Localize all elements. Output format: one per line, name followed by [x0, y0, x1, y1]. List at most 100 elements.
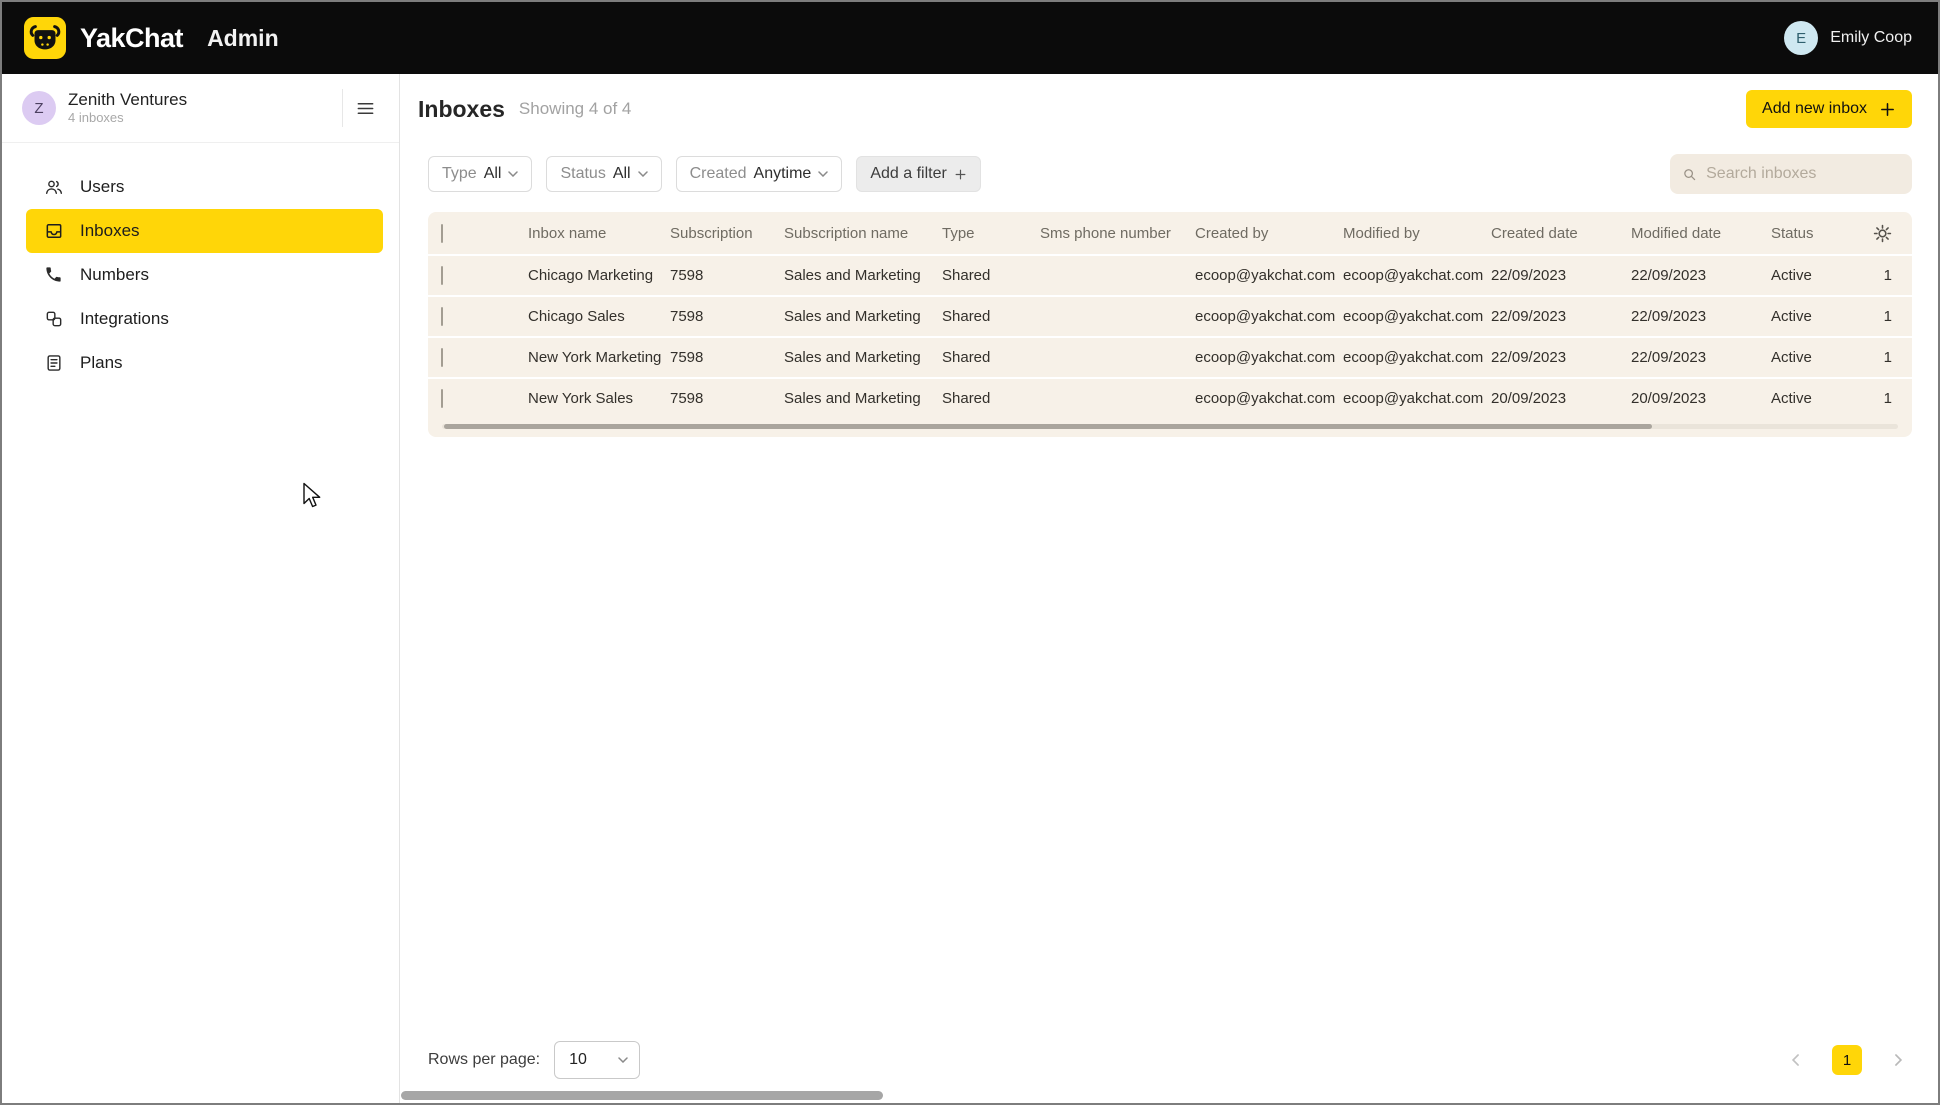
column-header-modified-date: Modified date — [1631, 225, 1771, 242]
type-filter[interactable]: Type All — [428, 156, 532, 192]
current-page-button[interactable]: 1 — [1832, 1045, 1862, 1075]
sidebar-item-label: Integrations — [80, 309, 169, 329]
column-header-sms-phone-number: Sms phone number — [1040, 225, 1195, 242]
next-page-button[interactable] — [1888, 1050, 1908, 1070]
cell-created-date: 22/09/2023 — [1491, 349, 1631, 366]
table-row[interactable]: New York Sales 7598 Sales and Marketing … — [428, 377, 1912, 418]
cell-created-date: 22/09/2023 — [1491, 308, 1631, 325]
column-header-type: Type — [942, 225, 1040, 242]
integrations-icon — [44, 309, 64, 329]
select-all-checkbox[interactable] — [441, 224, 443, 243]
page-subtitle: Showing 4 of 4 — [519, 99, 631, 119]
cell-extra: 1 — [1871, 349, 1912, 366]
column-header-status: Status — [1771, 225, 1871, 242]
sidebar-item-inboxes[interactable]: Inboxes — [26, 209, 383, 253]
chevron-down-icon — [508, 171, 518, 177]
cell-created-by: ecoop@yakchat.com — [1195, 308, 1343, 325]
plans-icon — [44, 353, 64, 373]
cell-subscription-name: Sales and Marketing — [784, 267, 942, 284]
cell-extra: 1 — [1871, 390, 1912, 407]
cell-subscription-name: Sales and Marketing — [784, 308, 942, 325]
column-header-created-date: Created date — [1491, 225, 1631, 242]
cell-status: Active — [1771, 267, 1871, 284]
chevron-down-icon — [638, 171, 648, 177]
cell-created-by: ecoop@yakchat.com — [1195, 390, 1343, 407]
workspace-selector[interactable]: Z Zenith Ventures 4 inboxes — [2, 74, 399, 143]
rows-per-page-select[interactable]: 10 — [554, 1041, 640, 1079]
table-row[interactable]: Chicago Sales 7598 Sales and Marketing S… — [428, 295, 1912, 336]
cell-modified-by: ecoop@yakchat.com — [1343, 349, 1491, 366]
chevron-left-icon — [1786, 1050, 1806, 1070]
table-horizontal-scrollbar[interactable] — [442, 424, 1898, 429]
workspace-name: Zenith Ventures — [68, 90, 187, 110]
cell-modified-by: ecoop@yakchat.com — [1343, 308, 1491, 325]
cell-type: Shared — [942, 349, 1040, 366]
rows-per-page-label: Rows per page: — [428, 1051, 540, 1069]
cell-type: Shared — [942, 267, 1040, 284]
cell-inbox-name: New York Sales — [528, 390, 670, 407]
sidebar-collapse-button[interactable] — [343, 86, 387, 130]
table-scrollbar-thumb[interactable] — [444, 424, 1652, 429]
cell-created-date: 22/09/2023 — [1491, 267, 1631, 284]
cell-inbox-name: Chicago Sales — [528, 308, 670, 325]
row-checkbox[interactable] — [441, 266, 443, 285]
hamburger-icon — [356, 99, 375, 118]
page-title: Inboxes — [418, 96, 505, 123]
status-filter-label: Status — [560, 165, 605, 183]
cell-subscription: 7598 — [670, 390, 784, 407]
plus-icon — [954, 168, 967, 181]
phone-icon — [44, 265, 64, 285]
pager: 1 — [1786, 1045, 1908, 1075]
add-new-inbox-button[interactable]: Add new inbox — [1746, 90, 1912, 128]
user-menu[interactable]: E Emily Coop — [1784, 21, 1912, 55]
row-checkbox[interactable] — [441, 389, 443, 408]
window-horizontal-scrollbar[interactable] — [401, 1091, 883, 1100]
row-checkbox[interactable] — [441, 348, 443, 367]
inboxes-table: Inbox name Subscription Subscription nam… — [428, 212, 1912, 437]
type-filter-label: Type — [442, 165, 477, 183]
sidebar: Z Zenith Ventures 4 inboxes — [2, 74, 400, 1105]
status-filter[interactable]: Status All — [546, 156, 661, 192]
table-row[interactable]: New York Marketing 7598 Sales and Market… — [428, 336, 1912, 377]
sidebar-item-label: Inboxes — [80, 221, 140, 241]
column-header-subscription-name: Subscription name — [784, 225, 942, 242]
table-row[interactable]: Chicago Marketing 7598 Sales and Marketi… — [428, 254, 1912, 295]
inbox-icon — [44, 221, 64, 241]
chevron-right-icon — [1888, 1050, 1908, 1070]
previous-page-button[interactable] — [1786, 1050, 1806, 1070]
cell-modified-date: 22/09/2023 — [1631, 267, 1771, 284]
search-inboxes-box — [1670, 154, 1912, 194]
cell-subscription-name: Sales and Marketing — [784, 349, 942, 366]
cell-modified-date: 22/09/2023 — [1631, 308, 1771, 325]
search-icon — [1682, 166, 1697, 183]
cell-subscription-name: Sales and Marketing — [784, 390, 942, 407]
cell-type: Shared — [942, 390, 1040, 407]
gear-icon[interactable] — [1873, 224, 1892, 243]
column-header-subscription: Subscription — [670, 225, 784, 242]
cell-subscription: 7598 — [670, 308, 784, 325]
add-new-inbox-label: Add new inbox — [1762, 100, 1867, 118]
created-filter[interactable]: Created Anytime — [676, 156, 843, 192]
users-icon — [44, 177, 64, 197]
chevron-down-icon — [618, 1057, 628, 1063]
cell-extra: 1 — [1871, 267, 1912, 284]
sidebar-item-numbers[interactable]: Numbers — [26, 253, 383, 297]
workspace-info: Zenith Ventures 4 inboxes — [68, 90, 187, 126]
sidebar-item-plans[interactable]: Plans — [26, 341, 383, 385]
type-filter-value: All — [484, 165, 502, 183]
top-bar: YakChat Admin E Emily Coop — [2, 2, 1938, 74]
cell-modified-date: 20/09/2023 — [1631, 390, 1771, 407]
cell-subscription: 7598 — [670, 349, 784, 366]
cell-created-by: ecoop@yakchat.com — [1195, 349, 1343, 366]
rows-per-page-value: 10 — [569, 1051, 587, 1069]
sidebar-nav: Users Inboxes — [2, 143, 399, 385]
add-filter-button[interactable]: Add a filter — [856, 156, 980, 192]
search-inboxes-input[interactable] — [1706, 165, 1900, 183]
page-header: Inboxes Showing 4 of 4 Add new inbox — [400, 74, 1938, 128]
sidebar-item-users[interactable]: Users — [26, 165, 383, 209]
table-header-row: Inbox name Subscription Subscription nam… — [428, 212, 1912, 254]
row-checkbox[interactable] — [441, 307, 443, 326]
user-avatar[interactable]: E — [1784, 21, 1818, 55]
sidebar-item-label: Plans — [80, 353, 123, 373]
sidebar-item-integrations[interactable]: Integrations — [26, 297, 383, 341]
